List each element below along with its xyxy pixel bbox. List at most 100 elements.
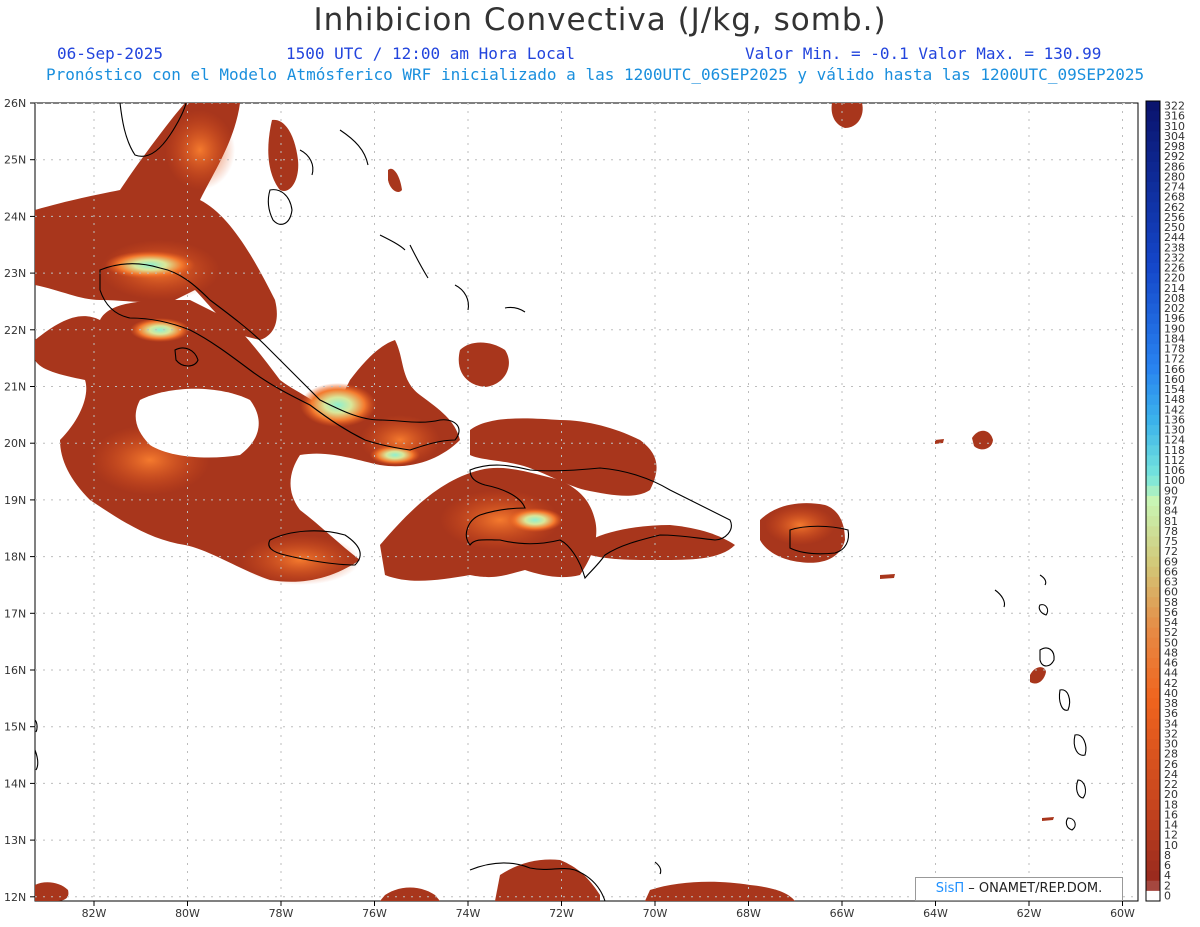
colorbar-swatch bbox=[1146, 516, 1160, 527]
colorbar-label: 0 bbox=[1164, 889, 1171, 902]
colorbar-swatch bbox=[1146, 161, 1160, 173]
lat-label: 14N bbox=[4, 777, 26, 790]
colorbar-swatch bbox=[1146, 647, 1160, 659]
colorbar-swatch bbox=[1146, 333, 1160, 345]
lon-label: 76W bbox=[362, 907, 387, 920]
lat-label: 25N bbox=[4, 154, 26, 167]
colorbar-swatch bbox=[1146, 718, 1160, 730]
lat-label: 21N bbox=[4, 381, 26, 394]
lat-label: 12N bbox=[4, 891, 26, 904]
lon-label: 66W bbox=[830, 907, 855, 920]
colorbar-swatch bbox=[1146, 131, 1160, 143]
colorbar-swatch bbox=[1146, 738, 1160, 750]
lat-label: 20N bbox=[4, 437, 26, 450]
colorbar-swatch bbox=[1146, 495, 1160, 507]
colorbar-swatch bbox=[1146, 121, 1160, 132]
colorbar-swatch bbox=[1146, 668, 1160, 679]
colorbar-swatch bbox=[1146, 384, 1160, 396]
colorbar-swatch bbox=[1146, 546, 1160, 558]
lat-label: 13N bbox=[4, 834, 26, 847]
colorbar-swatch bbox=[1146, 789, 1160, 801]
credit-brand: SisΠ bbox=[935, 881, 965, 896]
colorbar-swatch bbox=[1146, 404, 1160, 416]
colorbar-swatch bbox=[1146, 819, 1160, 831]
colorbar-swatch bbox=[1146, 171, 1160, 183]
colorbar-swatch bbox=[1146, 151, 1160, 163]
colorbar-swatch bbox=[1146, 506, 1160, 517]
lat-label: 24N bbox=[4, 210, 26, 223]
colorbar-swatch bbox=[1146, 435, 1160, 446]
colorbar-swatch bbox=[1146, 637, 1160, 649]
colorbar-swatch bbox=[1146, 870, 1160, 882]
colorbar-swatch bbox=[1146, 303, 1160, 315]
colorbar-swatch bbox=[1146, 374, 1160, 386]
colorbar: 3223163103042982922862802742682622562502… bbox=[1145, 100, 1185, 902]
colorbar-swatch bbox=[1146, 840, 1160, 851]
colorbar-swatch bbox=[1146, 627, 1160, 639]
colorbar-swatch bbox=[1146, 141, 1160, 153]
lon-label: 82W bbox=[82, 907, 107, 920]
colorbar-swatch bbox=[1146, 576, 1160, 588]
colorbar-swatch bbox=[1146, 192, 1160, 203]
colorbar-swatch bbox=[1146, 860, 1160, 872]
colorbar-swatch bbox=[1146, 414, 1160, 426]
lat-label: 23N bbox=[4, 267, 26, 280]
lon-label: 72W bbox=[549, 907, 574, 920]
colorbar-swatch bbox=[1146, 252, 1160, 264]
colorbar-swatch bbox=[1146, 617, 1160, 629]
colorbar-swatch bbox=[1146, 182, 1160, 193]
colorbar-swatch bbox=[1146, 101, 1160, 112]
lat-label: 15N bbox=[4, 721, 26, 734]
colorbar-swatch bbox=[1146, 293, 1160, 305]
lon-label: 68W bbox=[736, 907, 761, 920]
colorbar-swatch bbox=[1146, 556, 1160, 568]
colorbar-swatch bbox=[1146, 263, 1160, 274]
colorbar-swatch bbox=[1146, 212, 1160, 224]
colorbar-swatch bbox=[1146, 597, 1160, 608]
colorbar-swatch bbox=[1146, 344, 1160, 355]
colorbar-swatch bbox=[1146, 749, 1160, 760]
colorbar-swatch bbox=[1146, 364, 1160, 375]
credit-box: SisΠ – ONAMET/REP.DOM. bbox=[915, 877, 1123, 901]
colorbar-swatch bbox=[1146, 566, 1160, 578]
colorbar-swatch bbox=[1146, 445, 1160, 456]
colorbar-swatch bbox=[1146, 698, 1160, 710]
credit-text: – ONAMET/REP.DOM. bbox=[968, 881, 1103, 896]
colorbar-swatch bbox=[1146, 273, 1160, 284]
colorbar-swatch bbox=[1146, 465, 1160, 477]
colorbar-swatch bbox=[1146, 283, 1160, 294]
colorbar-swatch bbox=[1146, 688, 1160, 699]
lon-label: 74W bbox=[456, 907, 481, 920]
colorbar-swatch bbox=[1146, 809, 1160, 821]
colorbar-swatch bbox=[1146, 728, 1160, 740]
colorbar-swatch bbox=[1146, 232, 1160, 244]
colorbar-swatch bbox=[1146, 526, 1160, 537]
colorbar-swatch bbox=[1146, 536, 1160, 548]
colorbar-swatch bbox=[1146, 455, 1160, 467]
colorbar-swatch bbox=[1146, 222, 1160, 234]
lat-label: 19N bbox=[4, 494, 26, 507]
colorbar-swatch bbox=[1146, 678, 1160, 689]
colorbar-swatch bbox=[1146, 607, 1160, 618]
colorbar-swatch bbox=[1146, 850, 1160, 861]
colorbar-swatch bbox=[1146, 880, 1160, 892]
colorbar-swatch bbox=[1146, 111, 1160, 122]
colorbar-swatch bbox=[1146, 657, 1160, 669]
lat-label: 22N bbox=[4, 324, 26, 337]
lat-label: 26N bbox=[4, 97, 26, 110]
colorbar-swatch bbox=[1146, 202, 1160, 213]
colorbar-swatch bbox=[1146, 354, 1160, 365]
colorbar-swatch bbox=[1146, 242, 1160, 254]
colorbar-swatch bbox=[1146, 769, 1160, 780]
lon-label: 64W bbox=[923, 907, 948, 920]
lon-label: 70W bbox=[643, 907, 668, 920]
colorbar-swatch bbox=[1146, 425, 1160, 436]
colorbar-swatch bbox=[1146, 830, 1160, 841]
colorbar-swatch bbox=[1146, 475, 1160, 487]
colorbar-swatch bbox=[1146, 323, 1160, 335]
colorbar-swatch bbox=[1146, 759, 1160, 770]
colorbar-swatch bbox=[1146, 708, 1160, 720]
lon-label: 62W bbox=[1017, 907, 1042, 920]
lat-label: 16N bbox=[4, 664, 26, 677]
colorbar-swatch bbox=[1146, 890, 1160, 902]
